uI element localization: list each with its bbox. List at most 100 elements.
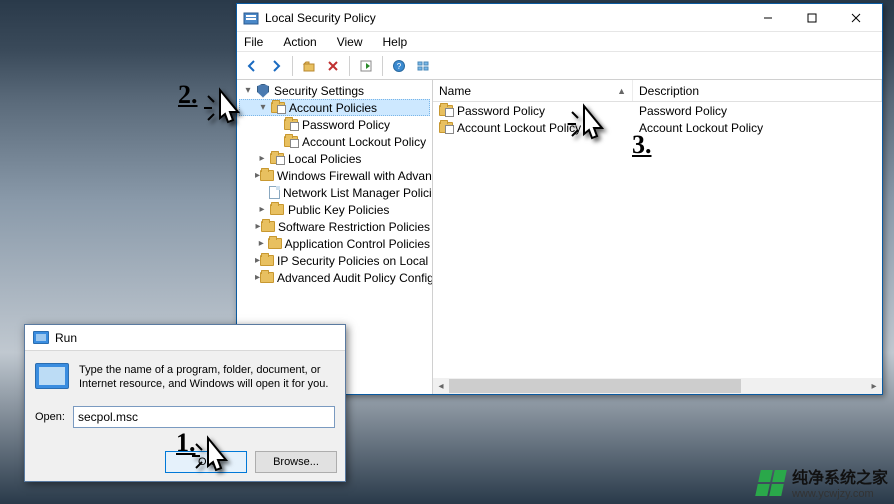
column-name[interactable]: Name ▲ [433, 80, 633, 101]
tree-item-label: IP Security Policies on Local Compute [277, 254, 433, 268]
list-item-account-lockout-policy[interactable]: Account Lockout Policy Account Lockout P… [433, 119, 882, 136]
annotation-2: 2. [178, 80, 198, 110]
help-button[interactable]: ? [388, 55, 410, 77]
folder-icon [283, 118, 299, 132]
tree-item-account-policies[interactable]: ▾ Account Policies [239, 99, 430, 116]
back-button[interactable] [241, 55, 263, 77]
annotation-1: 1. [176, 428, 196, 458]
folder-icon [270, 101, 286, 115]
tree-item-public-key[interactable]: ▸ Public Key Policies [239, 201, 430, 218]
browse-button[interactable]: Browse... [255, 451, 337, 473]
list-item-desc: Password Policy [639, 104, 727, 118]
watermark-url: www.ycwjzy.com [792, 488, 888, 500]
scroll-left-icon[interactable]: ◂ [433, 378, 449, 394]
tree-item-ip-security[interactable]: ▸ IP Security Policies on Local Compute [239, 252, 430, 269]
tree-item-advanced-audit[interactable]: ▸ Advanced Audit Policy Configuration [239, 269, 430, 286]
maximize-button[interactable] [790, 5, 834, 31]
tree-item-label: Password Policy [302, 118, 390, 132]
app-icon [243, 10, 259, 26]
watermark: 纯净系统之家 www.ycwjzy.com [758, 464, 888, 500]
tree-item-label: Network List Manager Policies [283, 186, 433, 200]
run-icon [33, 331, 49, 344]
tree-item-application-control[interactable]: ▸ Application Control Policies [239, 235, 430, 252]
tree-item-account-lockout-policy[interactable]: Account Lockout Policy [239, 133, 430, 150]
tree-item-label: Account Policies [289, 101, 377, 115]
menu-help[interactable]: Help [380, 33, 411, 51]
forward-button[interactable] [265, 55, 287, 77]
separator [292, 56, 293, 76]
run-app-icon [35, 363, 69, 389]
folder-icon [260, 271, 274, 285]
collapse-icon[interactable]: ▾ [256, 101, 270, 115]
menu-action[interactable]: Action [280, 33, 319, 51]
tree-item-label: Advanced Audit Policy Configuration [277, 271, 433, 285]
folder-icon [260, 169, 274, 183]
svg-text:?: ? [397, 62, 402, 71]
window-title: Local Security Policy [265, 11, 746, 25]
menu-view[interactable]: View [334, 33, 366, 51]
folder-icon [269, 152, 285, 166]
run-title: Run [55, 331, 77, 345]
tree-item-label: Application Control Policies [285, 237, 430, 251]
run-description: Type the name of a program, folder, docu… [79, 363, 335, 392]
list-item-name: Account Lockout Policy [457, 121, 581, 135]
open-label: Open: [35, 411, 65, 423]
list-item-name: Password Policy [457, 104, 545, 118]
tree-item-password-policy[interactable]: Password Policy [239, 116, 430, 133]
tree-item-windows-firewall[interactable]: ▸ Windows Firewall with Advanced Sec [239, 167, 430, 184]
minimize-button[interactable] [746, 5, 790, 31]
menubar: File Action View Help [237, 32, 882, 52]
scroll-right-icon[interactable]: ▸ [866, 378, 882, 394]
scroll-thumb[interactable] [449, 379, 741, 393]
tree-item-label: Local Policies [288, 152, 361, 166]
tree-item-network-list[interactable]: Network List Manager Policies [239, 184, 430, 201]
sort-asc-icon: ▲ [617, 86, 626, 96]
list-item-password-policy[interactable]: Password Policy Password Policy [433, 102, 882, 119]
export-button[interactable] [355, 55, 377, 77]
up-button[interactable] [298, 55, 320, 77]
tree-item-local-policies[interactable]: ▸ Local Policies [239, 150, 430, 167]
shield-icon [255, 84, 271, 98]
scroll-track[interactable] [449, 378, 866, 394]
column-description[interactable]: Description [633, 80, 882, 101]
list-header: Name ▲ Description [433, 80, 882, 102]
folder-icon [261, 220, 275, 234]
titlebar[interactable]: Local Security Policy [237, 4, 882, 32]
list-item-desc: Account Lockout Policy [639, 121, 763, 135]
doc-icon [269, 186, 280, 200]
folder-icon [269, 203, 285, 217]
run-dialog: Run Type the name of a program, folder, … [24, 324, 346, 482]
expand-icon[interactable]: ▸ [255, 237, 267, 251]
annotation-3: 3. [632, 130, 652, 160]
watermark-title: 纯净系统之家 [792, 464, 888, 488]
open-input[interactable] [73, 406, 335, 428]
tree-item-label: Software Restriction Policies [278, 220, 430, 234]
tree-root[interactable]: ▾ Security Settings [239, 82, 430, 99]
run-titlebar[interactable]: Run [25, 325, 345, 351]
separator [382, 56, 383, 76]
toolbar: ? [237, 52, 882, 80]
tree-item-label: Windows Firewall with Advanced Sec [277, 169, 433, 183]
folder-icon [283, 135, 299, 149]
column-desc-label: Description [639, 84, 699, 98]
folder-icon [260, 254, 274, 268]
tree-item-label: Public Key Policies [288, 203, 389, 217]
expand-icon[interactable]: ▸ [255, 152, 269, 166]
column-name-label: Name [439, 84, 471, 98]
tree-item-label: Account Lockout Policy [302, 135, 426, 149]
horizontal-scrollbar[interactable]: ◂ ▸ [433, 378, 882, 394]
watermark-logo-icon [758, 470, 784, 496]
collapse-icon[interactable]: ▾ [241, 84, 255, 98]
delete-button[interactable] [322, 55, 344, 77]
folder-icon [439, 122, 453, 133]
tree-item-software-restriction[interactable]: ▸ Software Restriction Policies [239, 218, 430, 235]
separator [349, 56, 350, 76]
expand-icon[interactable]: ▸ [255, 203, 269, 217]
view-button[interactable] [412, 55, 434, 77]
close-button[interactable] [834, 5, 878, 31]
menu-file[interactable]: File [241, 33, 266, 51]
list-pane[interactable]: Name ▲ Description Password Policy Passw… [433, 80, 882, 394]
tree-root-label: Security Settings [274, 84, 364, 98]
folder-icon [439, 105, 453, 116]
folder-icon [267, 237, 281, 251]
